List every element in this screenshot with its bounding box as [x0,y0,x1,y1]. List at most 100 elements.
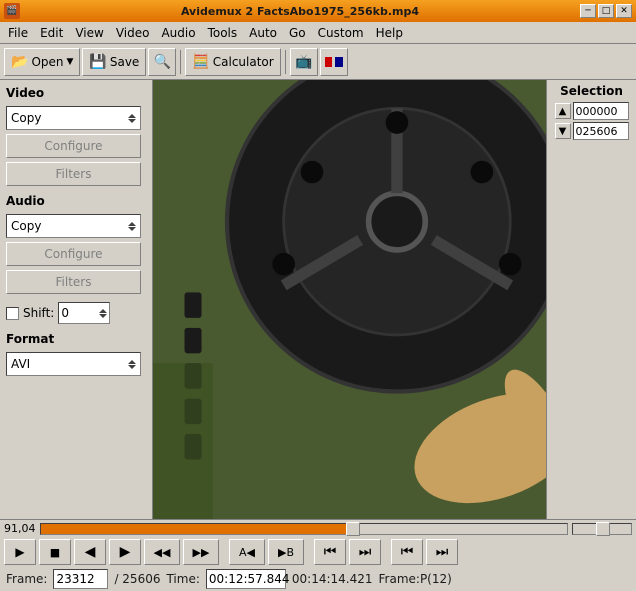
frame-value: 23312 [56,572,94,586]
shift-value-input[interactable]: 0 [58,302,110,324]
scrubber-handle[interactable] [346,522,360,536]
arrow-up-icon2 [128,222,136,226]
format-down-icon [128,365,136,369]
menu-tools[interactable]: Tools [202,24,244,42]
video-codec-value: Copy [11,111,41,125]
format-up-icon [128,360,136,364]
triangle-up-icon: ▲ [559,106,567,117]
video-codec-select[interactable]: Copy [6,106,141,130]
mark-a-button[interactable]: A◀ [229,539,265,565]
menu-view[interactable]: View [69,24,109,42]
save-icon: 💾 [89,54,106,70]
stop-button[interactable]: ■ [39,539,71,565]
display-button[interactable]: 📺 [290,48,318,76]
total-frames: / 25606 [114,572,160,586]
prev-frame-button[interactable]: ◀ [74,539,106,565]
frame-info: Frame:P(12) [379,572,452,586]
audio-codec-value: Copy [11,219,41,233]
audio-configure-button[interactable]: Configure [6,242,141,266]
menu-file[interactable]: File [2,24,34,42]
video-section-label: Video [6,86,146,100]
shift-arrows [99,309,107,318]
next-frame-button[interactable]: ▶ [109,539,141,565]
selection-a-icon[interactable]: ▲ [555,103,571,119]
format-arrows [128,360,136,369]
window-title: Avidemux 2 FactsAbo1975_256kb.mp4 [20,5,580,18]
save-label: Save [110,55,139,69]
open-dropdown-icon[interactable]: ▼ [67,57,74,67]
rewind-button[interactable]: ◀◀ [144,539,180,565]
menubar: File Edit View Video Audio Tools Auto Go… [0,22,636,44]
folder-icon: 📂 [11,54,28,70]
open-button[interactable]: 📂 Open ▼ [4,48,80,76]
color-button[interactable] [320,48,348,76]
separator-2 [285,50,286,74]
scrubber-right-handle[interactable] [596,522,610,536]
red-square-icon [325,57,333,67]
menu-help[interactable]: Help [370,24,409,42]
status-row: Frame: 23312 / 25606 Time: 00:12:57.844 … [0,567,636,591]
selection-a-value: 000000 [573,102,629,120]
shift-checkbox[interactable] [6,307,19,320]
arrow-down-icon [128,119,136,123]
prev-keyframe-button[interactable]: ⏮ [391,539,423,565]
separator-1 [180,50,181,74]
left-panel: Video Copy Configure Filters Audio Copy … [0,80,153,519]
audio-filters-button[interactable]: Filters [6,270,141,294]
scrubber-bar[interactable] [40,523,569,535]
menu-auto[interactable]: Auto [243,24,283,42]
menu-video[interactable]: Video [110,24,156,42]
magnify-icon: 🔍 [154,54,171,70]
transport-row: ▶ ■ ◀ ▶ ◀◀ ▶▶ A◀ ▶B ⏮ ⏭ ⏮ ⏭ [0,537,636,567]
selection-a-row: ▲ 000000 [555,102,629,120]
menu-custom[interactable]: Custom [312,24,370,42]
format-select[interactable]: AVI [6,352,141,376]
audio-codec-select[interactable]: Copy [6,214,141,238]
video-preview [153,80,546,519]
shift-up-icon [99,309,107,313]
blue-square-icon [335,57,343,67]
magnify-button[interactable]: 🔍 [148,48,176,76]
menu-edit[interactable]: Edit [34,24,69,42]
time-value: 00:12:57.844 [209,572,290,586]
go-end-button[interactable]: ⏭ [349,539,381,565]
selection-b-icon[interactable]: ▼ [555,123,571,139]
save-button[interactable]: 💾 Save [82,48,146,76]
fastforward-button[interactable]: ▶▶ [183,539,219,565]
minimize-button[interactable]: ─ [580,4,596,18]
time-label: Time: [166,572,199,586]
video-filters-button[interactable]: Filters [6,162,141,186]
film-scene [153,80,546,519]
triangle-down-icon: ▼ [559,126,567,137]
shift-row: Shift: 0 [6,302,146,324]
main-area: Video Copy Configure Filters Audio Copy … [0,80,636,519]
format-section-label: Format [6,332,146,346]
video-codec-arrow [128,114,136,123]
menu-go[interactable]: Go [283,24,312,42]
calculator-label: Calculator [213,55,274,69]
scrubber-right-bar[interactable] [572,523,632,535]
go-start-button[interactable]: ⏮ [314,539,346,565]
open-label: Open [31,55,63,69]
calculator-button[interactable]: 🧮 Calculator [185,48,280,76]
scrubber-position-label: 91,04 [4,522,36,535]
calculator-icon: 🧮 [192,54,209,70]
selection-b-row: ▼ 025606 [555,122,629,140]
close-button[interactable]: ✕ [616,4,632,18]
video-configure-button[interactable]: Configure [6,134,141,158]
audio-section-label: Audio [6,194,146,208]
bottom-controls: 91,04 ▶ ■ ◀ ▶ ◀◀ ▶▶ A◀ ▶B ⏮ ⏭ ⏮ ⏭ Frame:… [0,519,636,591]
time-input[interactable]: 00:12:57.844 [206,569,286,589]
selection-b-value: 025606 [573,122,629,140]
play-button[interactable]: ▶ [4,539,36,565]
next-keyframe-button[interactable]: ⏭ [426,539,458,565]
menu-audio[interactable]: Audio [155,24,201,42]
end-time: 00:14:14.421 [292,572,373,586]
restore-button[interactable]: □ [598,4,614,18]
frame-label: Frame: [6,572,47,586]
frame-input[interactable]: 23312 [53,569,108,589]
format-value: AVI [11,357,30,371]
mark-b-button[interactable]: ▶B [268,539,304,565]
preview-svg [153,80,546,519]
arrow-up-icon [128,114,136,118]
